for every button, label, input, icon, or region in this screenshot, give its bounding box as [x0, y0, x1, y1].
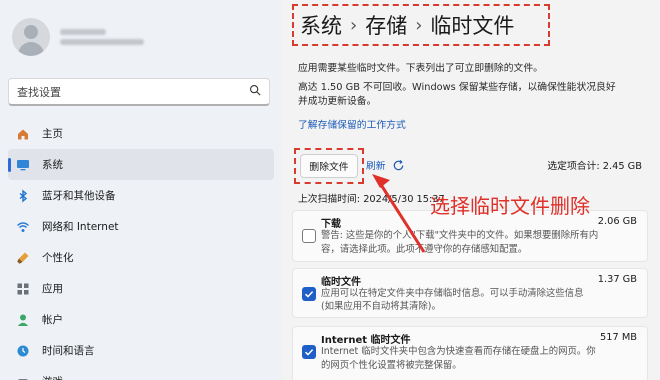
- description-line: 并成功更新设备。: [298, 96, 377, 107]
- item-description: 应用可以在特定文件夹中存储临时信息。可以手动清除这些信息: [321, 288, 584, 299]
- internet-temp-checkbox[interactable]: [302, 345, 316, 359]
- refresh-icon: [393, 159, 403, 170]
- storage-reserve-link[interactable]: 了解存储保留的工作方式: [298, 117, 406, 131]
- sidebar-item-network[interactable]: 网络和 Internet: [8, 211, 274, 242]
- avatar: [12, 18, 50, 56]
- home-icon: [16, 127, 30, 141]
- breadcrumb-system[interactable]: 系统: [300, 10, 342, 40]
- item-title: 下载: [321, 219, 341, 230]
- page-title: 临时文件: [430, 14, 515, 38]
- search-icon: [249, 84, 261, 99]
- checkmark-icon: [304, 349, 314, 356]
- bluetooth-icon: [16, 189, 30, 203]
- globe-clock-icon: [16, 344, 30, 358]
- breadcrumb-separator: ›: [415, 14, 423, 36]
- annotation-arrow-icon: [372, 174, 426, 253]
- sidebar-nav: 主页 系统 蓝牙和其他设备 网络和 Internet 个性化 应用 帐户 时间和…: [8, 118, 274, 380]
- sidebar-item-time-language[interactable]: 时间和语言: [8, 335, 274, 366]
- sidebar: 查找设置 主页 系统 蓝牙和其他设备 网络和 Internet 个性化 应用 帐…: [0, 0, 282, 380]
- item-title: 临时文件: [321, 277, 361, 288]
- sidebar-item-personalization[interactable]: 个性化: [8, 242, 274, 273]
- sidebar-item-accounts[interactable]: 帐户: [8, 304, 274, 335]
- sidebar-item-bluetooth[interactable]: 蓝牙和其他设备: [8, 180, 274, 211]
- annotation-text: 选择临时文件删除: [430, 194, 590, 218]
- downloads-checkbox[interactable]: [302, 229, 316, 243]
- person-icon: [16, 313, 30, 327]
- item-description: (如果应用不自动将其清除)。: [321, 301, 441, 312]
- breadcrumb-separator: ›: [350, 14, 358, 36]
- refresh-label: 刷新: [366, 161, 386, 172]
- wifi-icon: [16, 220, 30, 234]
- refresh-button[interactable]: 刷新: [366, 158, 405, 172]
- monitor-icon: [16, 158, 30, 172]
- sidebar-item-system[interactable]: 系统: [8, 149, 274, 180]
- selected-total: 选定项合计: 2.45 GB: [547, 161, 642, 172]
- search-input[interactable]: 查找设置: [8, 78, 270, 106]
- search-placeholder: 查找设置: [17, 85, 61, 99]
- list-item: Internet 临时文件 517 MB Internet 临时文件夹中包含为快…: [292, 326, 648, 380]
- description-line: 高达 1.50 GB 不可回收。Windows 保留某些存储，以确保性能状况良好: [298, 82, 616, 93]
- breadcrumb: 系统 › 存储 › 临时文件: [292, 4, 550, 46]
- brush-icon: [16, 251, 30, 265]
- main-content: 系统 › 存储 › 临时文件 应用需要某些临时文件。下表列出了可立即删除的文件。…: [282, 0, 660, 380]
- sidebar-item-gaming[interactable]: 游戏: [8, 366, 274, 380]
- item-size: 517 MB: [600, 332, 637, 343]
- description-line: 应用需要某些临时文件。下表列出了可立即删除的文件。: [298, 63, 543, 74]
- user-profile[interactable]: [12, 18, 144, 56]
- sidebar-item-home[interactable]: 主页: [8, 118, 274, 149]
- sidebar-item-apps[interactable]: 应用: [8, 273, 274, 304]
- item-description: 的网页个性化设置将被完整保留。: [321, 360, 462, 371]
- gamepad-icon: [16, 375, 30, 380]
- temp-files-checkbox[interactable]: [302, 287, 316, 301]
- breadcrumb-storage[interactable]: 存储: [365, 10, 407, 40]
- apps-icon: [16, 282, 30, 296]
- item-description: Internet 临时文件夹中包含为快速查看而存储在硬盘上的网页。你: [321, 346, 596, 357]
- delete-files-button[interactable]: 删除文件: [300, 154, 358, 178]
- item-size: 1.37 GB: [597, 274, 637, 285]
- list-item: 临时文件 1.37 GB 应用可以在特定文件夹中存储临时信息。可以手动清除这些信…: [292, 268, 648, 318]
- user-info-blurred: [60, 25, 144, 49]
- item-size: 2.06 GB: [597, 216, 637, 227]
- item-title: Internet 临时文件: [321, 335, 411, 346]
- checkmark-icon: [304, 291, 314, 298]
